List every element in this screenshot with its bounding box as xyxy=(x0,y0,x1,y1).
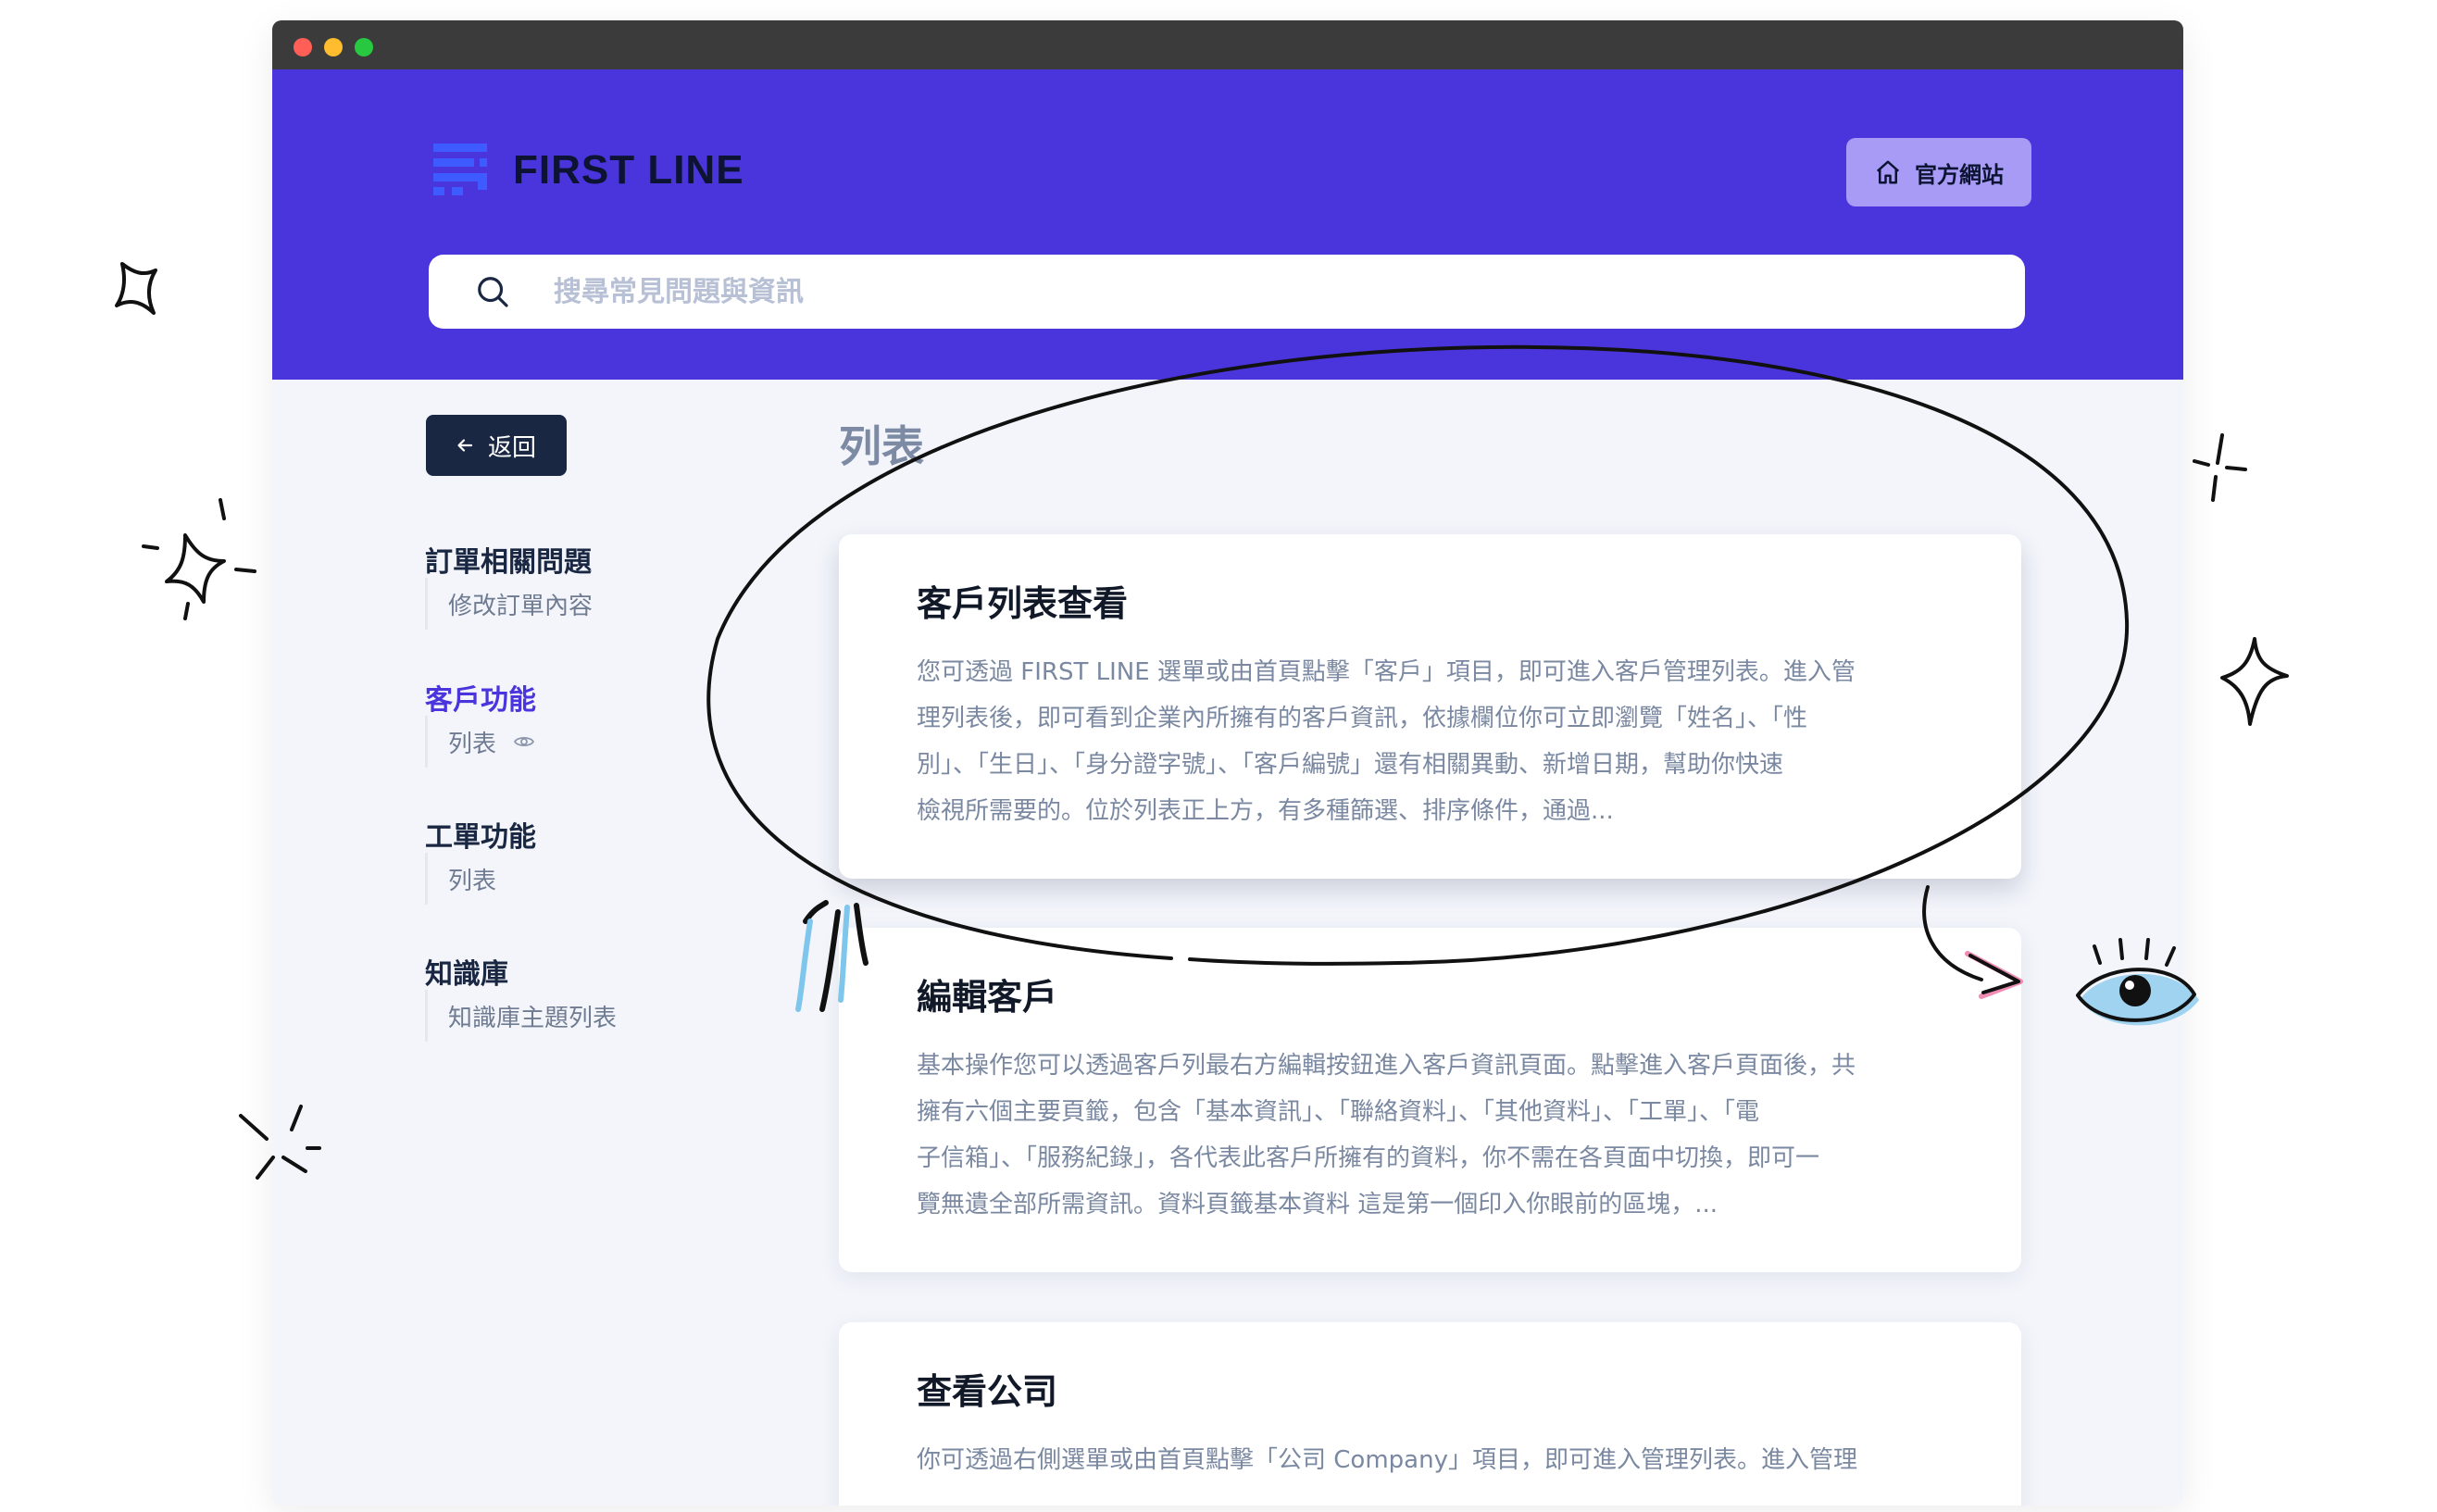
sidebar-item-label: 知識庫主題列表 xyxy=(448,1004,618,1032)
search-icon xyxy=(478,277,508,307)
sparkle-star-icon xyxy=(165,533,226,604)
sparkle-lines-icon xyxy=(142,498,256,620)
sidebar-item-knowledge-topics[interactable]: 知識庫主題列表 xyxy=(425,990,617,1042)
close-window-button[interactable] xyxy=(294,38,312,56)
sparkle-star-icon xyxy=(115,262,157,315)
back-button[interactable]: 返回 xyxy=(426,415,567,476)
excerpt-line: 子信箱」、「服務紀錄」，各代表此客戶所擁有的資料，你不需在各頁面中切換，即可一 xyxy=(917,1144,1820,1172)
excerpt-line: 別」、「生日」、「身分證字號」、「客戶編號」還有相關異動、新增日期，幫助你快速 xyxy=(917,751,1784,779)
excerpt-line: 檢視所需要的。位於列表正上方，有多種篩選、排序條件，通過... xyxy=(917,797,1614,825)
article-excerpt: 您可透過 FIRST LINE 選單或由首頁點擊「客戶」項目，即可進入客戶管理列… xyxy=(917,649,1944,834)
excerpt-line: 理列表後，即可看到企業內所擁有的客戶資訊，依據欄位你可立即瀏覽「姓名」、「性 xyxy=(917,705,1808,732)
article-excerpt: 你可透過右側選單或由首頁點擊「公司 Company」項目，即可進入管理列表。進入… xyxy=(917,1437,1944,1483)
excerpt-line: 基本操作您可以透過客戶列最右方編輯按鈕進入客戶資訊頁面。點擊進入客戶頁面後，共 xyxy=(917,1052,1856,1080)
excerpt-line: 覽無遺全部所需資訊。資料頁籤基本資料 這是第一個印入你眼前的區塊，... xyxy=(917,1191,1718,1218)
minimize-window-button[interactable] xyxy=(324,38,343,56)
sparkle-lines-icon xyxy=(2193,433,2247,502)
article-card-edit-customer[interactable]: 編輯客戶 基本操作您可以透過客戶列最右方編輯按鈕進入客戶資訊頁面。點擊進入客戶頁… xyxy=(839,928,2021,1272)
window-titlebar xyxy=(272,20,2183,69)
official-site-button[interactable]: 官方網站 xyxy=(1846,138,2031,206)
sidebar-item-customer-list[interactable]: 列表 xyxy=(425,716,535,768)
search-input[interactable] xyxy=(554,268,1989,316)
browser-window: FIRST LINE 官方網站 返回 訂單相關問題 修改訂單內容 客戶功能 列表… xyxy=(272,20,2183,1506)
official-site-label: 官方網站 xyxy=(1915,161,2004,188)
article-excerpt: 基本操作您可以透過客戶列最右方編輯按鈕進入客戶資訊頁面。點擊進入客戶頁面後，共 … xyxy=(917,1043,1944,1228)
brand-name[interactable]: FIRST LINE xyxy=(513,147,744,194)
sidebar-group-customers[interactable]: 客戶功能 xyxy=(425,677,536,718)
maximize-window-button[interactable] xyxy=(355,38,373,56)
sidebar-item-edit-order[interactable]: 修改訂單內容 xyxy=(425,578,593,630)
article-title[interactable]: 查看公司 xyxy=(917,1363,1057,1414)
article-card-customer-list[interactable]: 客戶列表查看 您可透過 FIRST LINE 選單或由首頁點擊「客戶」項目，即可… xyxy=(839,534,2021,879)
sparkle-star-icon xyxy=(2220,637,2289,726)
eye-icon xyxy=(513,736,535,747)
sidebar-group-tickets[interactable]: 工單功能 xyxy=(425,814,536,855)
logo-icon xyxy=(433,144,487,195)
sidebar-item-label: 列表 xyxy=(448,867,497,895)
sidebar-item-ticket-list[interactable]: 列表 xyxy=(425,853,496,905)
site-header: FIRST LINE 官方網站 xyxy=(272,69,2183,380)
excerpt-line: 擁有六個主要頁籤，包含「基本資訊」、「聯絡資料」、「其他資料」、「工單」、「電 xyxy=(917,1098,1760,1126)
article-title[interactable]: 編輯客戶 xyxy=(917,968,1057,1019)
article-title[interactable]: 客戶列表查看 xyxy=(917,575,1128,626)
arrow-left-icon xyxy=(457,439,473,452)
sidebar-item-label: 修改訂單內容 xyxy=(448,592,594,620)
article-card-view-company[interactable]: 查看公司 你可透過右側選單或由首頁點擊「公司 Company」項目，即可進入管理… xyxy=(839,1322,2021,1506)
sidebar-group-orders[interactable]: 訂單相關問題 xyxy=(425,539,592,580)
excerpt-line: 您可透過 FIRST LINE 選單或由首頁點擊「客戶」項目，即可進入客戶管理列… xyxy=(917,658,1856,686)
sidebar-group-knowledge-base[interactable]: 知識庫 xyxy=(425,951,508,992)
search-bar[interactable] xyxy=(429,255,2025,329)
home-icon xyxy=(1876,160,1900,184)
back-label: 返回 xyxy=(487,433,536,462)
excerpt-line: 你可透過右側選單或由首頁點擊「公司 Company」項目，即可進入管理列表。進入… xyxy=(917,1446,1857,1474)
sidebar-item-label: 列表 xyxy=(448,730,497,758)
page-title: 列表 xyxy=(839,421,924,471)
